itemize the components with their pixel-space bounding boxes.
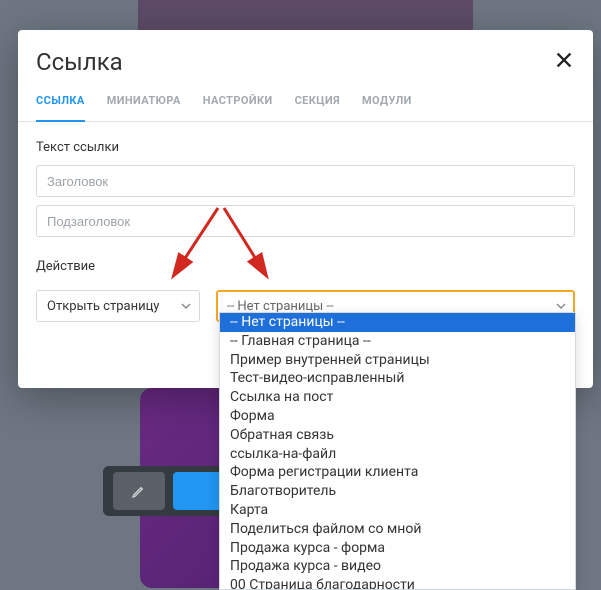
pencil-icon[interactable] [113, 472, 165, 510]
dropdown-option[interactable]: Тест-видео-исправленный [220, 369, 575, 388]
chevron-down-icon [556, 301, 566, 311]
action-select-value: Открыть страницу [47, 299, 159, 314]
action-label: Действие [36, 259, 575, 274]
tab-миниатюра[interactable]: МИНИАТЮРА [107, 86, 181, 121]
tabs: ССЫЛКА МИНИАТЮРА НАСТРОЙКИ СЕКЦИЯ МОДУЛИ [18, 86, 593, 122]
dropdown-option[interactable]: 00 Страница благодарности [220, 576, 575, 590]
close-icon [553, 49, 575, 71]
action-button[interactable] [173, 472, 225, 510]
dropdown-option[interactable]: Обратная связь [220, 426, 575, 445]
chevron-down-icon [181, 301, 191, 311]
dropdown-option[interactable]: Продажа курса - видео [220, 557, 575, 576]
link-text-label: Текст ссылки [36, 140, 575, 155]
modal-header: Ссылка [18, 30, 593, 86]
dropdown-option[interactable]: -- Нет страницы -- [220, 313, 575, 332]
dropdown-option[interactable]: Продажа курса - форма [220, 539, 575, 558]
dropdown-option[interactable]: -- Главная страница -- [220, 332, 575, 351]
tab-модули[interactable]: МОДУЛИ [362, 86, 412, 121]
dropdown-option[interactable]: Поделиться файлом со мной [220, 520, 575, 539]
tab-секция[interactable]: СЕКЦИЯ [295, 86, 340, 121]
action-select[interactable]: Открыть страницу [36, 290, 200, 322]
tab-настройки[interactable]: НАСТРОЙКИ [203, 86, 273, 121]
page-dropdown[interactable]: -- Нет страницы ---- Главная страница --… [219, 312, 576, 590]
dropdown-option[interactable]: Ссылка на пост [220, 388, 575, 407]
modal-title: Ссылка [36, 48, 123, 76]
dropdown-option[interactable]: Форма [220, 407, 575, 426]
title-input[interactable] [36, 165, 575, 197]
dropdown-option[interactable]: Форма регистрации клиента [220, 463, 575, 482]
dropdown-option[interactable]: Карта [220, 501, 575, 520]
dropdown-option[interactable]: ссылка-на-файл [220, 445, 575, 464]
close-button[interactable] [553, 48, 575, 76]
subtitle-input[interactable] [36, 205, 575, 237]
tab-ссылка[interactable]: ССЫЛКА [36, 86, 85, 121]
dropdown-option[interactable]: Благотворитель [220, 482, 575, 501]
dropdown-option[interactable]: Пример внутренней страницы [220, 351, 575, 370]
